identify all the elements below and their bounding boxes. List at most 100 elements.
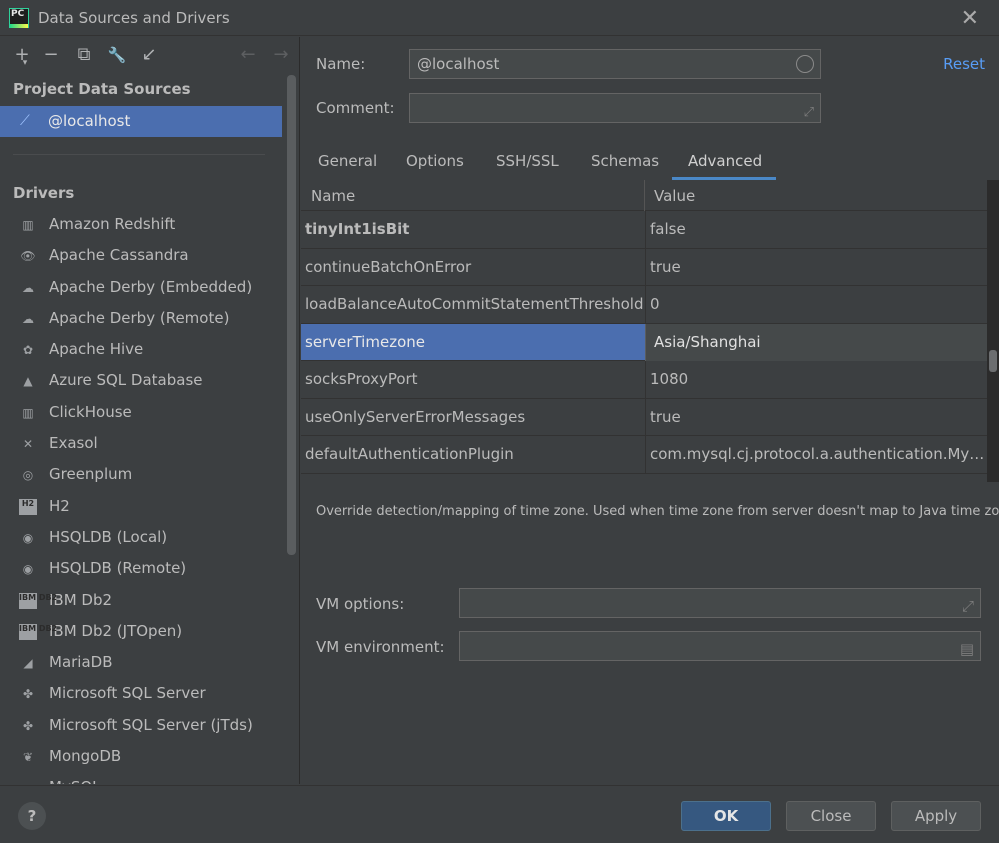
azure-icon: ▲: [23, 374, 33, 389]
driver-item[interactable]: ◉ HSQLDB (Local): [0, 522, 286, 553]
driver-item[interactable]: 👁 Apache Cassandra: [0, 240, 286, 271]
table-row[interactable]: continueBatchOnError true: [301, 248, 987, 286]
name-field[interactable]: @localhost: [409, 49, 821, 79]
right-panel: Name: @localhost Reset Comment: ⤢ Genera…: [301, 37, 999, 784]
derby-icon: ☁: [22, 280, 34, 295]
driver-item[interactable]: IBM DB2 IBM Db2: [0, 585, 286, 616]
project-data-sources-title: Project Data Sources: [13, 80, 191, 98]
driver-item[interactable]: ✤ Microsoft SQL Server: [0, 678, 286, 709]
property-value[interactable]: com.mysql.cj.protocol.a.authentication.M…: [645, 436, 987, 473]
property-value[interactable]: false: [645, 211, 987, 248]
add-dropdown-caret-icon[interactable]: ▾: [20, 51, 30, 75]
driver-item[interactable]: H2 H2: [0, 491, 286, 522]
driver-item[interactable]: ▥ ClickHouse: [0, 397, 286, 428]
db2-icon: IBM DB2: [19, 592, 57, 609]
edit-document-icon[interactable]: ▤: [960, 635, 974, 663]
table-row[interactable]: tinyInt1isBit false: [301, 211, 987, 249]
advanced-properties-table: Name Value tinyInt1isBit false continueB…: [301, 180, 999, 482]
driver-label: MariaDB: [49, 653, 113, 672]
property-name: loadBalanceAutoCommitStatementThreshold: [305, 295, 644, 313]
back-arrow-icon[interactable]: ←: [236, 43, 260, 67]
driver-item[interactable]: ⛀ MySQL: [0, 772, 286, 784]
driver-item[interactable]: IBM DB2 IBM Db2 (JTOpen): [0, 616, 286, 647]
driver-item[interactable]: ▥ Amazon Redshift: [0, 209, 286, 240]
mssql-icon: ✤: [22, 718, 34, 733]
driver-item[interactable]: ❦ MongoDB: [0, 741, 286, 772]
help-button[interactable]: ?: [18, 802, 46, 830]
driver-item[interactable]: ☁ Apache Derby (Remote): [0, 303, 286, 334]
status-circle-icon: [796, 55, 814, 73]
h2-icon: H2: [19, 498, 37, 515]
apply-button[interactable]: Apply: [891, 801, 981, 831]
left-toolbar: + ▾ − ⧉ 🔧 ↙ ← →: [8, 41, 298, 71]
close-button[interactable]: Close: [786, 801, 876, 831]
comment-field[interactable]: ⤢: [409, 93, 821, 123]
column-header-name[interactable]: Name: [311, 180, 355, 212]
property-value-editor[interactable]: Asia/Shanghai: [645, 323, 987, 361]
table-scrollbar[interactable]: [989, 350, 997, 372]
title-bar: PC Data Sources and Drivers ✕: [0, 0, 999, 36]
table-row[interactable]: useOnlyServerErrorMessages true: [301, 398, 987, 436]
column-header-value[interactable]: Value: [654, 180, 695, 212]
driver-item[interactable]: ✤ Microsoft SQL Server (jTds): [0, 710, 286, 741]
data-source-item-localhost[interactable]: ⟋ @localhost: [0, 106, 282, 137]
property-value[interactable]: true: [645, 248, 987, 286]
wrench-icon[interactable]: 🔧: [105, 43, 129, 67]
import-icon[interactable]: ↙: [137, 43, 161, 67]
drivers-list: ▥ Amazon Redshift 👁 Apache Cassandra ☁ Apache…: [0, 209, 286, 784]
left-scrollbar[interactable]: [287, 75, 296, 555]
table-header: Name Value: [301, 180, 987, 211]
driver-label: MongoDB: [49, 747, 122, 766]
driver-item[interactable]: ◎ Greenplum: [0, 459, 286, 490]
pycharm-app-icon: PC: [9, 8, 29, 28]
table-row[interactable]: socksProxyPort 1080: [301, 361, 987, 399]
vm-options-field[interactable]: ⤢: [459, 588, 981, 618]
vm-options-label: VM options:: [316, 595, 405, 613]
driver-label: MySQL: [49, 778, 101, 784]
vm-environment-field[interactable]: ▤: [459, 631, 981, 661]
driver-item[interactable]: ◉ HSQLDB (Remote): [0, 553, 286, 584]
reset-link[interactable]: Reset: [943, 55, 985, 73]
mariadb-icon: ◢: [23, 656, 33, 671]
driver-label: ClickHouse: [49, 402, 132, 421]
driver-label: Apache Cassandra: [49, 246, 189, 265]
property-name: defaultAuthenticationPlugin: [305, 445, 514, 463]
ok-button[interactable]: OK: [681, 801, 771, 831]
tab-ssh-ssl[interactable]: SSH/SSL: [496, 152, 559, 170]
property-value[interactable]: 0: [645, 286, 987, 323]
table-row-selected[interactable]: serverTimezone Asia/Shanghai: [301, 323, 987, 361]
driver-label: Exasol: [49, 434, 98, 453]
driver-item[interactable]: ◢ MariaDB: [0, 647, 286, 678]
driver-label: Azure SQL Database: [49, 371, 203, 390]
property-name: tinyInt1isBit: [305, 220, 410, 238]
drivers-title: Drivers: [13, 184, 75, 202]
table-row[interactable]: [301, 473, 987, 482]
property-name: useOnlyServerErrorMessages: [305, 407, 526, 426]
property-value[interactable]: 1080: [645, 361, 987, 398]
driver-label: IBM Db2 (JTOpen): [49, 621, 183, 640]
copy-icon[interactable]: ⧉: [72, 43, 96, 67]
expand-icon[interactable]: ⤢: [962, 592, 974, 620]
window-title: Data Sources and Drivers: [38, 9, 230, 27]
table-row[interactable]: defaultAuthenticationPlugin com.mysql.cj…: [301, 436, 987, 474]
table-row[interactable]: loadBalanceAutoCommitStatementThreshold …: [301, 286, 987, 324]
tab-advanced[interactable]: Advanced: [688, 152, 762, 170]
close-icon[interactable]: ✕: [961, 6, 979, 31]
forward-arrow-icon[interactable]: →: [269, 43, 293, 67]
expand-icon[interactable]: ⤢: [804, 99, 814, 127]
driver-item[interactable]: ✿ Apache Hive: [0, 334, 286, 365]
driver-item[interactable]: ☁ Apache Derby (Embedded): [0, 272, 286, 303]
tab-general[interactable]: General: [318, 152, 377, 170]
property-name: socksProxyPort: [305, 370, 418, 388]
driver-item[interactable]: ✕ Exasol: [0, 428, 286, 459]
tab-schemas[interactable]: Schemas: [591, 152, 659, 170]
driver-label: Apache Hive: [49, 340, 144, 359]
remove-icon[interactable]: −: [39, 43, 63, 67]
name-field-value: @localhost: [417, 55, 500, 73]
tab-options[interactable]: Options: [406, 152, 464, 170]
column-divider[interactable]: [644, 180, 645, 211]
hsqldb-icon: ◉: [22, 530, 34, 545]
driver-item[interactable]: ▲ Azure SQL Database: [0, 365, 286, 396]
dialog-footer: ? OK Close Apply: [0, 785, 999, 843]
property-value[interactable]: true: [645, 398, 987, 436]
